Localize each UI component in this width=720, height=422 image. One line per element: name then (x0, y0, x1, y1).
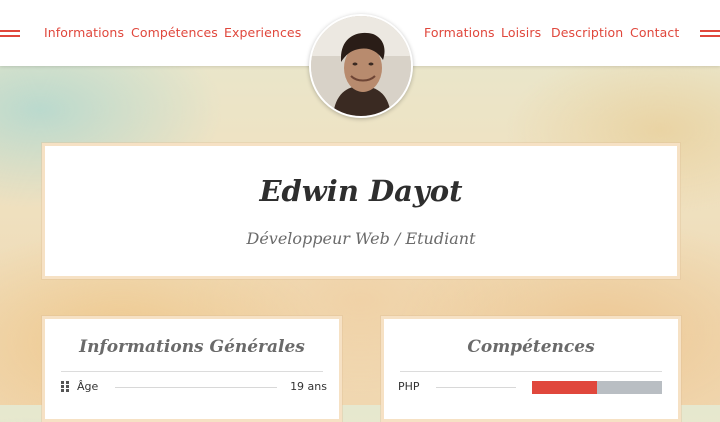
divider (61, 371, 323, 372)
general-info-card: Informations Générales Âge 19 ans (42, 316, 342, 422)
info-row-value: 19 ans (290, 380, 327, 393)
skill-label: PHP (398, 380, 420, 393)
grid-dots-icon (61, 381, 71, 392)
row-rule (115, 387, 277, 388)
nav-link-competences[interactable]: Compétences (131, 25, 218, 40)
nav-link-description[interactable]: Description (551, 25, 623, 40)
skills-title: Compétences (467, 337, 595, 357)
info-row-label: Âge (77, 380, 99, 393)
nav-link-loisirs[interactable]: Loisirs (501, 25, 541, 40)
avatar (309, 14, 413, 118)
profile-name: Edwin Dayot (259, 174, 463, 208)
skills-card: Compétences PHP (381, 316, 681, 422)
menu-lines-icon (0, 30, 20, 40)
profile-subtitle: Développeur Web / Etudiant (246, 229, 476, 248)
nav-link-informations[interactable]: Informations (44, 25, 124, 40)
general-info-title: Informations Générales (79, 337, 305, 357)
nav-link-experiences[interactable]: Experiences (224, 25, 301, 40)
row-rule (436, 387, 516, 388)
hero-card: Edwin Dayot Développeur Web / Etudiant (42, 143, 680, 279)
menu-lines-icon (700, 30, 720, 40)
skill-progress-fill (532, 381, 597, 394)
divider (400, 371, 662, 372)
nav-link-formations[interactable]: Formations (424, 25, 495, 40)
skill-progress-bar (532, 381, 662, 394)
nav-link-contact[interactable]: Contact (630, 25, 679, 40)
